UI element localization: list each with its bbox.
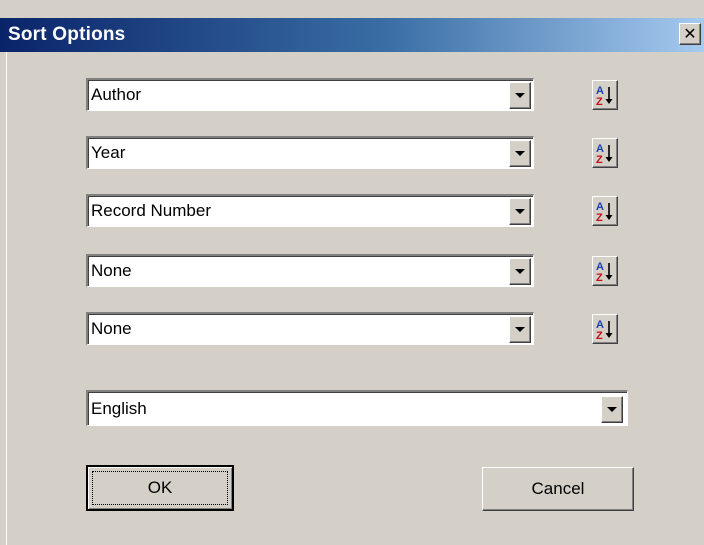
sort-field-2-dropdown-button[interactable] bbox=[509, 140, 531, 167]
chevron-down-icon bbox=[515, 269, 525, 274]
sort-ascending-az-icon: A Z bbox=[596, 143, 613, 165]
sort-field-5-dropdown-button[interactable] bbox=[509, 316, 531, 343]
svg-text:Z: Z bbox=[596, 272, 603, 283]
cancel-button[interactable]: Cancel bbox=[482, 467, 634, 511]
svg-text:Z: Z bbox=[596, 154, 603, 165]
chevron-down-icon bbox=[515, 151, 525, 156]
close-button[interactable]: ✕ bbox=[679, 23, 701, 45]
chevron-down-icon bbox=[607, 407, 617, 412]
sort-field-4-dropdown[interactable]: None bbox=[86, 254, 534, 287]
sort-field-5-dropdown[interactable]: None bbox=[86, 312, 534, 345]
close-icon: ✕ bbox=[683, 24, 697, 43]
language-dropdown[interactable]: English bbox=[86, 390, 628, 426]
dialog-edge bbox=[6, 52, 7, 545]
title-bar[interactable]: Sort Options ✕ bbox=[0, 18, 704, 52]
svg-text:Z: Z bbox=[596, 212, 603, 223]
sort-field-5-value: None bbox=[91, 319, 132, 338]
sort-field-2-order-button[interactable]: A Z bbox=[592, 138, 618, 168]
chevron-down-icon bbox=[515, 327, 525, 332]
dialog-title: Sort Options bbox=[8, 24, 126, 45]
language-dropdown-button[interactable] bbox=[601, 396, 623, 423]
chevron-down-icon bbox=[515, 93, 525, 98]
sort-field-3-dropdown[interactable]: Record Number bbox=[86, 194, 534, 227]
sort-ascending-az-icon: A Z bbox=[596, 319, 613, 341]
sort-ascending-az-icon: A Z bbox=[596, 261, 613, 283]
sort-field-3-dropdown-button[interactable] bbox=[509, 198, 531, 225]
sort-field-3-value: Record Number bbox=[91, 201, 211, 220]
chevron-down-icon bbox=[515, 209, 525, 214]
sort-field-4-value: None bbox=[91, 261, 132, 280]
sort-field-5-order-button[interactable]: A Z bbox=[592, 314, 618, 344]
sort-field-4-order-button[interactable]: A Z bbox=[592, 256, 618, 286]
sort-field-1-value: Author bbox=[91, 85, 142, 104]
sort-ascending-az-icon: A Z bbox=[596, 201, 613, 223]
sort-field-1-dropdown-button[interactable] bbox=[509, 82, 531, 109]
sort-options-dialog: Sort Options ✕ Author A Z Year A Z Recor… bbox=[0, 0, 704, 545]
language-value: English bbox=[91, 398, 147, 418]
svg-text:Z: Z bbox=[596, 96, 603, 107]
svg-text:Z: Z bbox=[596, 330, 603, 341]
sort-field-2-value: Year bbox=[91, 143, 126, 162]
sort-field-1-dropdown[interactable]: Author bbox=[86, 78, 534, 111]
cancel-button-label: Cancel bbox=[531, 479, 585, 498]
focus-rectangle bbox=[92, 471, 228, 505]
sort-field-3-order-button[interactable]: A Z bbox=[592, 196, 618, 226]
ok-button[interactable]: OK bbox=[86, 465, 234, 511]
sort-ascending-az-icon: A Z bbox=[596, 85, 613, 107]
sort-field-1-order-button[interactable]: A Z bbox=[592, 80, 618, 110]
sort-field-4-dropdown-button[interactable] bbox=[509, 258, 531, 285]
sort-field-2-dropdown[interactable]: Year bbox=[86, 136, 534, 169]
